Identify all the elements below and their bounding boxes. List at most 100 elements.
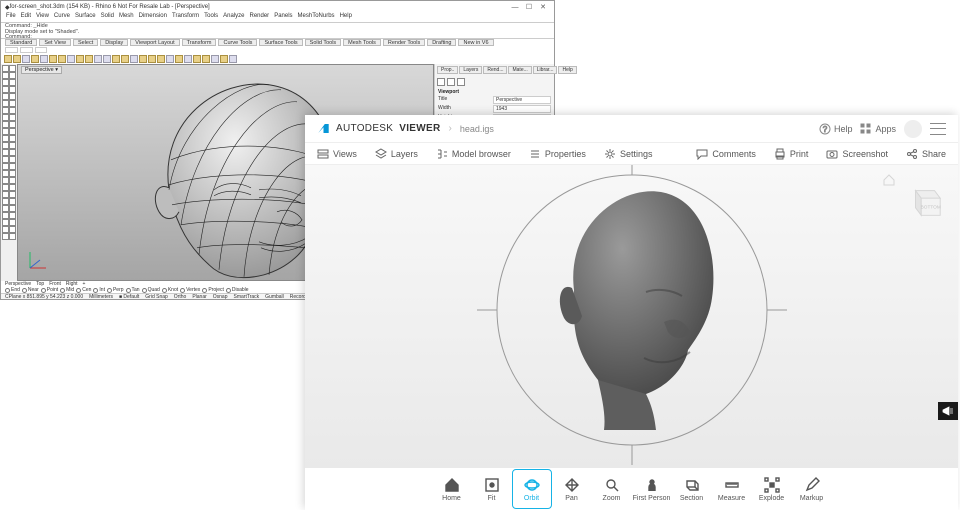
ltool-icon[interactable] bbox=[2, 149, 9, 156]
ltool-icon[interactable] bbox=[2, 100, 9, 107]
views-button[interactable]: Views bbox=[317, 148, 357, 160]
rtab-properties[interactable]: Prop.. bbox=[437, 66, 458, 74]
osnap-end[interactable]: End bbox=[5, 287, 20, 293]
tool-icon[interactable] bbox=[202, 55, 210, 63]
ltool-icon[interactable] bbox=[2, 72, 9, 79]
tool-icon[interactable] bbox=[49, 55, 57, 63]
tab-viewportlayout[interactable]: Viewport Layout bbox=[130, 39, 179, 46]
breadcrumb-filename[interactable]: head.igs bbox=[460, 124, 494, 134]
tool-icon[interactable] bbox=[220, 55, 228, 63]
apps-button[interactable]: Apps bbox=[860, 123, 896, 135]
tool-icon[interactable] bbox=[121, 55, 129, 63]
ltool-icon[interactable] bbox=[9, 135, 16, 142]
tab-drafting[interactable]: Drafting bbox=[427, 39, 456, 46]
menu-mesh[interactable]: Mesh bbox=[119, 13, 134, 22]
prop-width-value[interactable]: 1943 bbox=[493, 105, 551, 113]
ltool-icon[interactable] bbox=[9, 100, 16, 107]
subtab-2[interactable] bbox=[20, 47, 33, 53]
menu-file[interactable]: File bbox=[6, 13, 16, 22]
ltool-icon[interactable] bbox=[9, 149, 16, 156]
tool-section[interactable]: Section bbox=[672, 469, 712, 509]
subtab-3[interactable] bbox=[35, 47, 48, 53]
prop-icon[interactable] bbox=[447, 78, 455, 86]
tab-surfacetools[interactable]: Surface Tools bbox=[259, 39, 302, 46]
tool-icon[interactable] bbox=[40, 55, 48, 63]
ltool-icon[interactable] bbox=[2, 128, 9, 135]
ltool-icon[interactable] bbox=[2, 212, 9, 219]
tab-solidtools[interactable]: Solid Tools bbox=[305, 39, 342, 46]
ltool-icon[interactable] bbox=[9, 156, 16, 163]
ltool-icon[interactable] bbox=[9, 86, 16, 93]
tab-standard[interactable]: Standard bbox=[5, 39, 37, 46]
ltool-icon[interactable] bbox=[2, 184, 9, 191]
ltool-icon[interactable] bbox=[2, 121, 9, 128]
tool-icon[interactable] bbox=[67, 55, 75, 63]
status-units[interactable]: Millimeters bbox=[89, 294, 113, 299]
ltool-icon[interactable] bbox=[9, 93, 16, 100]
ltool-icon[interactable] bbox=[9, 128, 16, 135]
ltool-icon[interactable] bbox=[2, 79, 9, 86]
prop-title-value[interactable]: Perspective bbox=[493, 96, 551, 104]
prop-icon[interactable] bbox=[437, 78, 445, 86]
menu-tools[interactable]: Tools bbox=[204, 13, 218, 22]
ltool-icon[interactable] bbox=[9, 72, 16, 79]
viewcube[interactable]: BOTTOM bbox=[906, 183, 944, 221]
prop-icon[interactable] bbox=[457, 78, 465, 86]
rtab-layers[interactable]: Layers bbox=[459, 66, 482, 74]
rtab-materials[interactable]: Mate... bbox=[508, 66, 531, 74]
ltool-icon[interactable] bbox=[9, 205, 16, 212]
ltool-icon[interactable] bbox=[2, 191, 9, 198]
viewport-label[interactable]: Perspective ▾ bbox=[21, 66, 62, 74]
status-layer[interactable]: ■ Default bbox=[119, 294, 139, 299]
osnap-project[interactable]: Project bbox=[202, 287, 224, 293]
rtab-help[interactable]: Help bbox=[558, 66, 576, 74]
rtab-render[interactable]: Rend... bbox=[483, 66, 507, 74]
help-button[interactable]: ? Help bbox=[819, 123, 853, 135]
settings-button[interactable]: Settings bbox=[604, 148, 653, 160]
tool-icon[interactable] bbox=[22, 55, 30, 63]
osnap-near[interactable]: Near bbox=[22, 287, 39, 293]
tab-meshtools[interactable]: Mesh Tools bbox=[343, 39, 381, 46]
tool-markup[interactable]: Markup bbox=[792, 469, 832, 509]
osnap-knot[interactable]: Knot bbox=[162, 287, 178, 293]
menu-view[interactable]: View bbox=[36, 13, 49, 22]
ltool-icon[interactable] bbox=[2, 219, 9, 226]
osnap-disable[interactable]: Disable bbox=[226, 287, 249, 293]
tool-measure[interactable]: Measure bbox=[712, 469, 752, 509]
user-avatar[interactable] bbox=[904, 120, 922, 138]
tab-select[interactable]: Select bbox=[73, 39, 98, 46]
tool-first-person[interactable]: First Person bbox=[632, 469, 672, 509]
osnap-tan[interactable]: Tan bbox=[126, 287, 140, 293]
tool-orbit[interactable]: Orbit bbox=[512, 469, 552, 509]
ltool-icon[interactable] bbox=[9, 219, 16, 226]
menu-render[interactable]: Render bbox=[250, 13, 270, 22]
tab-transform[interactable]: Transform bbox=[182, 39, 217, 46]
tool-explode[interactable]: Explode bbox=[752, 469, 792, 509]
ltool-icon[interactable] bbox=[2, 65, 9, 72]
ltool-icon[interactable] bbox=[9, 198, 16, 205]
status-ortho[interactable]: Ortho bbox=[174, 294, 187, 299]
minimize-button[interactable]: — bbox=[508, 4, 522, 11]
ltool-icon[interactable] bbox=[9, 107, 16, 114]
ltool-icon[interactable] bbox=[2, 198, 9, 205]
print-button[interactable]: Print bbox=[774, 148, 809, 160]
adsk-logo[interactable]: AUTODESK VIEWER bbox=[317, 122, 440, 135]
menu-dimension[interactable]: Dimension bbox=[139, 13, 167, 22]
menu-panels[interactable]: Panels bbox=[274, 13, 292, 22]
menu-surface[interactable]: Surface bbox=[75, 13, 96, 22]
ltool-icon[interactable] bbox=[9, 114, 16, 121]
ltool-icon[interactable] bbox=[9, 121, 16, 128]
ltool-icon[interactable] bbox=[9, 170, 16, 177]
menu-help[interactable]: Help bbox=[340, 13, 352, 22]
ltool-icon[interactable] bbox=[9, 191, 16, 198]
status-gumball[interactable]: Gumball bbox=[265, 294, 284, 299]
tool-icon[interactable] bbox=[13, 55, 21, 63]
close-button[interactable]: ✕ bbox=[536, 3, 550, 11]
tool-icon[interactable] bbox=[112, 55, 120, 63]
menu-solid[interactable]: Solid bbox=[101, 13, 114, 22]
ltool-icon[interactable] bbox=[9, 65, 16, 72]
ltool-icon[interactable] bbox=[2, 135, 9, 142]
subtab-1[interactable] bbox=[5, 47, 18, 53]
tab-display[interactable]: Display bbox=[100, 39, 128, 46]
menu-edit[interactable]: Edit bbox=[21, 13, 31, 22]
